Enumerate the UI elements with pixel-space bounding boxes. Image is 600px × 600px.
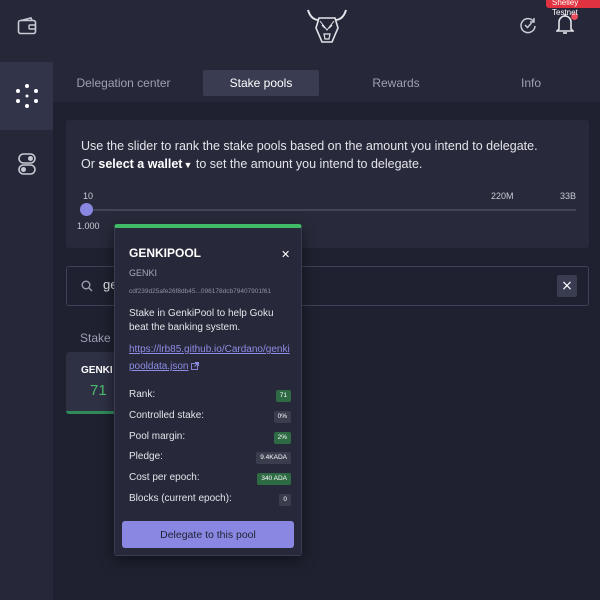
top-bar: Shelley Testnet [53,0,600,52]
pool-id[interactable]: cdf239d25afe26f8db45...096178dcb79407901… [129,288,271,295]
slider-value-label: 1.000 [77,221,100,231]
pledge-label: Pledge: [129,451,163,462]
instructions-line-1: Use the slider to rank the stake pools b… [81,139,538,153]
cost-per-epoch-value: 340 ADA [257,473,291,485]
sync-icon[interactable] [518,15,538,35]
close-icon: × [561,278,573,294]
sidebar [0,0,53,600]
pool-name: GENKIPOOL [129,246,202,260]
sidebar-item-wallets[interactable] [0,0,53,52]
tab-delegation-center[interactable]: Delegation center [70,70,177,96]
blocks-value: 0 [279,494,291,506]
stake-pools-icon [15,84,38,108]
select-wallet-dropdown[interactable]: select a wallet▼ [98,157,192,171]
network-badge: Shelley Testnet [546,0,600,17]
wallet-icon [17,17,36,35]
settings-toggle-icon [17,153,36,175]
pool-rank-row: Rank: 71 [129,389,291,403]
slider-max-label: 33B [560,191,577,201]
blocks-label: Blocks (current epoch): [129,493,232,504]
instructions-prefix: Or [81,157,95,171]
delegate-to-pool-button[interactable]: Delegate to this pool [122,521,294,548]
pool-card-rank: 71 [90,382,107,399]
controlled-stake-row: Controlled stake: 0% [129,410,291,424]
tab-stake-pools[interactable]: Stake pools [203,70,319,96]
pool-description: Stake in GenkiPool to help Goku beat the… [129,308,274,333]
cost-per-epoch-row: Cost per epoch: 340 ADA [129,472,291,486]
tab-info[interactable]: Info [493,70,569,96]
select-wallet-label: select a wallet [98,157,183,171]
tab-rewards[interactable]: Rewards [353,70,439,96]
clear-search-button[interactable]: × [557,275,577,297]
controlled-stake-label: Controlled stake: [129,410,205,421]
instructions-suffix: to set the amount you intend to delegate… [195,157,423,171]
pool-margin-row: Pool margin: 2% [129,431,291,445]
pool-card-ticker: GENKI [81,365,113,376]
cost-per-epoch-label: Cost per epoch: [129,472,200,483]
slider-min-label: 10 [83,191,94,201]
amount-slider-thumb[interactable] [79,203,93,216]
slider-mid-label: 220M [491,191,514,201]
pool-tooltip: GENKIPOOL ✕ GENKI cdf239d25afe26f8db45..… [114,224,302,556]
close-tooltip-button[interactable]: ✕ [281,248,290,261]
external-link-icon [190,362,199,371]
rank-label: Rank: [129,389,156,400]
pool-margin-value: 2% [273,432,291,444]
pool-ticker: GENKI [129,268,158,278]
chevron-down-icon: ▼ [183,160,193,170]
pool-homepage-url: https://lrb85.github.io/Cardano/genkipoo… [129,344,290,372]
controlled-stake-value: 0% [273,411,291,423]
close-icon: ✕ [281,248,291,261]
sidebar-item-stake-pools[interactable] [0,62,53,130]
pool-margin-label: Pool margin: [129,431,186,442]
instructions-line-2: Or select a wallet▼ to set the amount yo… [81,157,422,171]
sidebar-item-settings[interactable] [0,142,53,186]
bull-logo-icon [307,9,347,43]
pledge-value: 9.4KADA [256,452,291,464]
pool-homepage-link[interactable]: https://lrb85.github.io/Cardano/genkipoo… [129,341,294,375]
amount-slider-track[interactable] [86,209,576,211]
pledge-row: Pledge: 9.4KADA [129,451,291,465]
tab-bar: Delegation center Stake pools Rewards In… [53,52,600,102]
search-icon [81,280,93,292]
blocks-row: Blocks (current epoch): 0 [129,493,291,507]
rank-value: 71 [275,390,291,402]
